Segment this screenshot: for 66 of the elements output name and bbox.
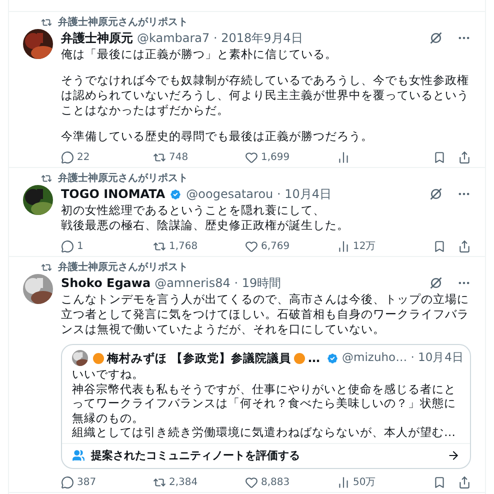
tweet-text: 俺は「最後には正義が勝つ」と素朴に信じている。: [61, 47, 338, 62]
like-icon[interactable]: [245, 476, 258, 488]
tweet-text: そうでなければ今でも奴隷制が存続しているであろうし、今でも女性参政権は認められていないだろうし、何より民主主義が世界中を覆っているということはなかったはずだからだ。: [61, 73, 470, 118]
quoted-text: いいですね。: [72, 367, 145, 382]
tweet-card[interactable]: 弁護士神原元さんがリポスト TOGO INOMATA @oogesatarou · 10月4日 初の女性総理であるということを隠れ蓑にして、 戦後最悪の極右、陰謀論、歴史修正政権が誕生した。 1 1,768 6,769 12万: [9, 168, 485, 257]
slashed-circle-icon[interactable]: [429, 31, 443, 45]
repost-icon: [41, 262, 52, 273]
display-name[interactable]: TOGO INOMATA: [61, 186, 166, 202]
users-icon: [72, 449, 85, 462]
count: 748: [169, 150, 188, 164]
slashed-circle-icon[interactable]: [429, 187, 443, 201]
display-name[interactable]: 弁護士神原元: [61, 30, 133, 46]
count: 2,384: [169, 476, 198, 490]
count: 50万: [353, 476, 376, 490]
repost-label: 弁護士神原元さんがリポスト: [58, 172, 188, 185]
handle-and-time: @amneris84 · 19時間: [154, 275, 282, 292]
tweet-text: 今準備している歴史的尋問でも最後は正義が勝つだろう。: [61, 129, 374, 144]
display-name[interactable]: Shoko Egawa: [61, 276, 151, 290]
tweet-text: こんなトンデモを言う人が出てくるので、高市さんは今後、トップの立場に立つ者として発言に気をつけてほしい。石破首相も自身のワークライフバランスは無視で働いていたようだが、それを口にしていない。: [61, 292, 470, 337]
quoted-text: 神谷宗幣代表も私もそうですが、仕事にやりがいと使命を感じる者にとってワークライフバランスは「何それ？食べたら美味しいの？」状態に無縁のもの。: [72, 382, 457, 425]
count: 1,699: [261, 150, 290, 164]
verified-badge-icon: [169, 188, 182, 200]
repost-icon: [41, 17, 52, 28]
fruit-emoji-icon: [294, 352, 306, 364]
handle-and-time: @oogesatarou · 10月4日: [186, 186, 332, 203]
count: 387: [77, 476, 96, 490]
verified-badge-icon: [326, 352, 340, 364]
handle-and-time: @mizuho… · 10月4日: [342, 349, 464, 366]
like-icon[interactable]: [245, 150, 258, 164]
tweet-text: 初の女性総理であるということを隠れ蓑にして、: [61, 203, 326, 218]
views-icon[interactable]: [337, 476, 350, 488]
community-note-button[interactable]: 提案されたコミュニティノートを評価する: [62, 442, 470, 468]
like-icon[interactable]: [245, 240, 258, 252]
share-icon[interactable]: [458, 150, 471, 164]
handle-and-time: @kambara7 · 2018年9月4日: [137, 30, 303, 47]
count: 12万: [353, 240, 376, 254]
count: 1: [77, 240, 84, 254]
count: 1,768: [169, 240, 198, 254]
tweet-card[interactable]: 弁護士神原元さんがリポスト 弁護士神原元 @kambara7 · 2018年9月4日 俺は「最後には正義が勝つ」と素朴に信じている。 そうでなければ今でも奴隷制が存続しているであろうし、今でも女性参政権は認められていないだろうし、何より民主主義が世界中を覆っているということはなかったはずだからだ。 今準備している歴史的尋問でも最後は正義が勝つだろう。 22 748 1,699: [9, 12, 485, 168]
bookmark-icon[interactable]: [433, 476, 446, 488]
repost-label: 弁護士神原元さんがリポスト: [58, 16, 188, 29]
arrow-right-icon: [447, 449, 460, 462]
count: 8,883: [261, 476, 290, 490]
repost-icon[interactable]: [153, 150, 166, 164]
quoted-text: 組織としては引き続き労働環境に気遣わねばならないが、本人が望む…: [72, 425, 456, 440]
repost-icon[interactable]: [153, 240, 166, 252]
repost-icon[interactable]: [153, 476, 166, 488]
share-icon[interactable]: [458, 476, 471, 488]
reply-icon[interactable]: [61, 240, 74, 252]
repost-icon: [41, 173, 52, 184]
count: 22: [77, 150, 90, 164]
repost-label: 弁護士神原元さんがリポスト: [58, 261, 188, 274]
views-icon[interactable]: [337, 150, 350, 164]
bookmark-icon[interactable]: [433, 240, 446, 252]
name-ellipsis: …: [308, 350, 320, 367]
reply-icon[interactable]: [61, 150, 74, 164]
display-name[interactable]: 梅村みずほ 【参政党】参議院議員: [107, 350, 292, 366]
count: 6,769: [261, 240, 290, 254]
fruit-emoji-icon: [93, 352, 104, 364]
views-icon[interactable]: [337, 240, 350, 252]
tweet-text: 戦後最悪の極右、陰謀論、歴史修正政権が誕生した。: [61, 218, 350, 233]
reply-icon[interactable]: [61, 476, 74, 488]
quoted-tweet-card[interactable]: 梅村みずほ 【参政党】参議院議員 … @mizuho… · 10月4日 いいですね。 神谷宗幣代表も私もそうですが、仕事にやりがいと使命を感じる者にとってワークライフバランスは「何それ？食べたら美味しいの？」状態に無縁のもの。 組織としては引き続き労働環境に気遣わねばならないが、本人が望む… 提案されたコミュニティノートを評価する: [61, 344, 471, 469]
share-icon[interactable]: [458, 240, 471, 252]
bookmark-icon[interactable]: [433, 150, 446, 164]
slashed-circle-icon[interactable]: [429, 276, 443, 290]
